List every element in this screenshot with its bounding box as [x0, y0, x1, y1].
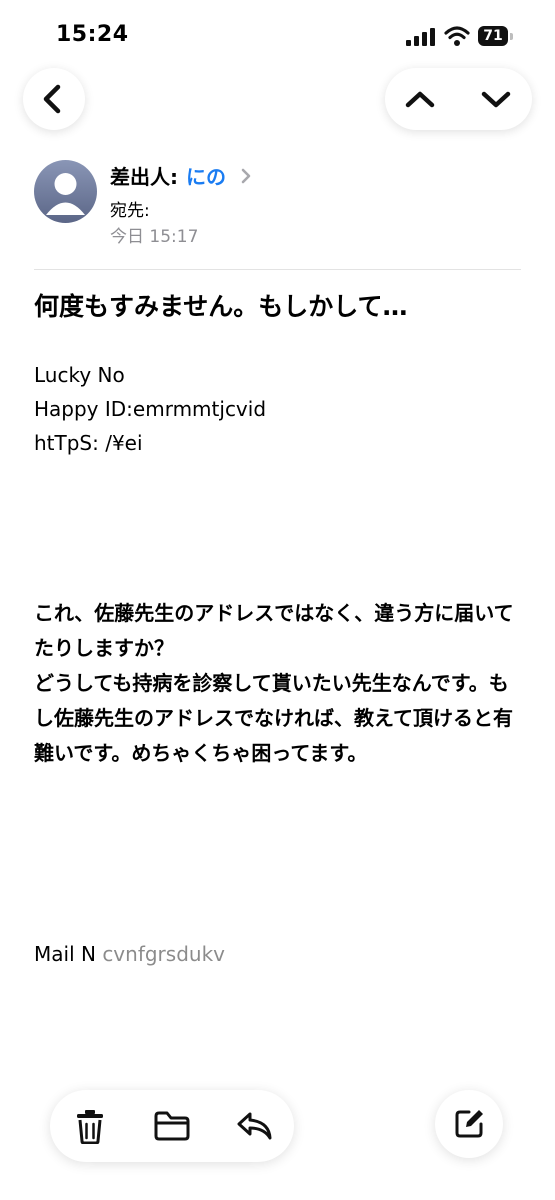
mail-line-prefix: Mail N	[34, 942, 96, 966]
wifi-icon	[444, 26, 470, 46]
person-icon	[46, 173, 85, 215]
move-to-folder-button[interactable]	[142, 1090, 202, 1162]
header-divider	[34, 269, 521, 270]
message-navigation	[385, 68, 532, 130]
happy-id-line: Happy ID:emrmmtjcvid	[34, 397, 267, 421]
cellular-signal-icon	[406, 28, 435, 46]
status-time: 15:24	[56, 22, 129, 47]
date-label: 今日 15:17	[110, 227, 199, 247]
mail-line: Mail N cvnfgrsdukv	[34, 942, 225, 966]
status-bar: 15:24 71	[0, 0, 555, 70]
body-paragraph: これ、佐藤先生のアドレスではなく、違う方に届いてたりしますか？	[34, 601, 514, 660]
message-subject: 何度もすみません。もしかして…	[34, 292, 408, 321]
bottom-toolbar	[50, 1090, 294, 1162]
back-button[interactable]	[23, 68, 85, 130]
reply-button[interactable]	[225, 1090, 285, 1162]
from-label: 差出人:	[110, 165, 178, 189]
body-paragraph: どうしても持病を診察して貰いたい先生なんです。もし佐藤先生のアドレスでなければ、…	[34, 671, 513, 765]
https-line[interactable]: htTpS: /¥ei	[34, 431, 143, 455]
compose-icon	[455, 1110, 483, 1138]
chevron-left-icon	[43, 84, 61, 114]
lucky-line: Lucky No	[34, 363, 125, 387]
reply-icon	[237, 1112, 272, 1140]
previous-message-button[interactable]	[385, 68, 455, 130]
next-message-button[interactable]	[461, 68, 531, 130]
sender-avatar[interactable]	[34, 160, 97, 223]
sender-name[interactable]: にの	[186, 161, 226, 190]
chevron-right-icon[interactable]	[240, 167, 252, 185]
mail-line-suffix: cvnfgrsdukv	[102, 942, 225, 966]
battery-indicator: 71	[478, 26, 508, 46]
battery-tip	[510, 33, 513, 40]
from-row: 差出人: にの	[110, 161, 252, 190]
folder-icon	[154, 1111, 190, 1141]
message-body: これ、佐藤先生のアドレスではなく、違う方に届いてたりしますか？ どうしても持病を…	[34, 596, 524, 771]
trash-icon	[77, 1110, 103, 1144]
to-label: 宛先:	[110, 201, 150, 221]
chevron-down-icon	[481, 91, 511, 108]
compose-button[interactable]	[435, 1090, 503, 1158]
chevron-up-icon	[405, 91, 435, 108]
delete-button[interactable]	[60, 1090, 120, 1162]
